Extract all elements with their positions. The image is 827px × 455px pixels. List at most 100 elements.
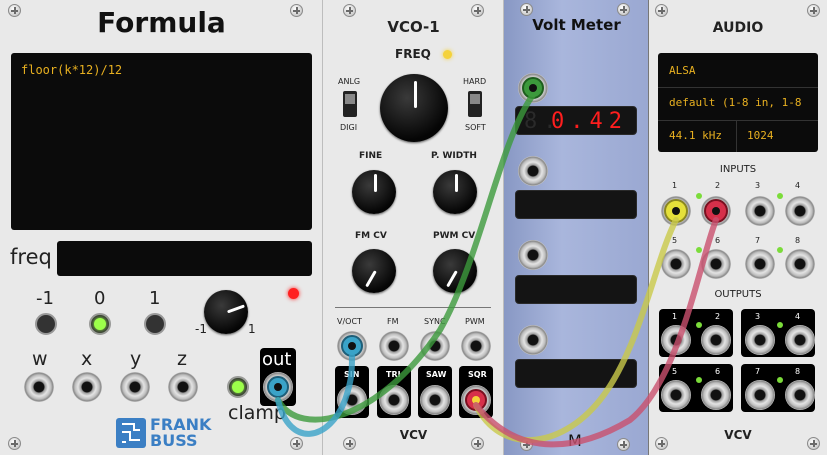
- plug-audio-in1[interactable]: [664, 199, 688, 223]
- output-jack-saw[interactable]: [420, 385, 450, 415]
- fmcv-label: FM CV: [355, 231, 387, 241]
- output-led-3-4: [777, 322, 783, 328]
- freq-display: [57, 241, 312, 276]
- input-led-1-2: [696, 193, 702, 199]
- audio-output-8[interactable]: [785, 380, 815, 410]
- inputs-label: INPUTS: [719, 164, 757, 175]
- output-led-7-8: [777, 377, 783, 383]
- plug-vco-sqr[interactable]: [465, 389, 487, 411]
- output-jack-sin[interactable]: [337, 385, 367, 415]
- input-jack-x[interactable]: [72, 372, 102, 402]
- var-label-z: z: [177, 348, 187, 370]
- formula-editor[interactable]: floor(k*12)/12: [11, 53, 312, 230]
- screw-icon: [807, 4, 820, 17]
- const-label-1: 1: [149, 288, 161, 309]
- output-led-1-2: [696, 322, 702, 328]
- vcv-logo: VCV: [399, 428, 428, 442]
- input-jack-sync[interactable]: [420, 331, 450, 361]
- freq-knob[interactable]: [380, 74, 448, 142]
- output-label-saw: SAW: [426, 370, 447, 379]
- audio-input-6[interactable]: [701, 249, 731, 279]
- meter-input-4[interactable]: [518, 325, 548, 355]
- pwmcv-label: PWM CV: [433, 231, 476, 241]
- frank-buss-logo: FRANK BUSS: [116, 415, 216, 450]
- module-title: VCO-1: [387, 18, 440, 36]
- const-label-neg1: -1: [36, 288, 54, 309]
- output-label-sqr: SQR: [468, 370, 487, 379]
- const-label-0: 0: [94, 288, 106, 309]
- output-num-2: 2: [715, 312, 721, 321]
- audio-input-5[interactable]: [661, 249, 691, 279]
- audio-output-5[interactable]: [661, 380, 691, 410]
- active-led: [94, 318, 106, 330]
- hard-soft-switch[interactable]: [468, 91, 482, 117]
- output-label-tri: TRI: [386, 370, 401, 379]
- audio-input-3[interactable]: [745, 196, 775, 226]
- input-jack-z[interactable]: [168, 372, 198, 402]
- input-jack-y[interactable]: [120, 372, 150, 402]
- output-num-1: 1: [672, 312, 678, 321]
- screw-icon: [471, 4, 484, 17]
- input-jack-fm[interactable]: [379, 331, 409, 361]
- output-num-4: 4: [795, 312, 801, 321]
- plug-voltmeter-in1[interactable]: [522, 77, 544, 99]
- driver-select[interactable]: ALSA: [669, 64, 696, 77]
- sample-rate-select[interactable]: 44.1 kHz: [669, 129, 722, 142]
- module-title: Volt Meter: [532, 16, 621, 34]
- screw-icon: [520, 3, 533, 16]
- knob-min-label: -1: [195, 322, 207, 336]
- fmcv-knob[interactable]: [352, 249, 396, 293]
- output-num-3: 3: [755, 312, 761, 321]
- audio-input-7[interactable]: [745, 249, 775, 279]
- const-button-neg1[interactable]: [35, 313, 57, 335]
- input-num-5: 5: [672, 236, 678, 245]
- output-jack-tri[interactable]: [379, 385, 409, 415]
- plug-audio-in2[interactable]: [704, 199, 728, 223]
- brand-mark: M: [568, 431, 582, 450]
- output-num-6: 6: [715, 367, 721, 376]
- voltage-reading: 0.42: [551, 109, 628, 134]
- meter-display-1: 8. 0.42: [515, 106, 637, 135]
- pwidth-knob[interactable]: [433, 170, 477, 214]
- audio-output-6[interactable]: [701, 380, 731, 410]
- audio-output-4[interactable]: [785, 325, 815, 355]
- divider: [335, 307, 491, 308]
- audio-output-3[interactable]: [745, 325, 775, 355]
- device-select[interactable]: default (1-8 in, 1-8: [669, 96, 817, 109]
- audio-output-2[interactable]: [701, 325, 731, 355]
- output-num-8: 8: [795, 367, 801, 376]
- meter-display-3: [515, 275, 637, 304]
- audio-output-1[interactable]: [661, 325, 691, 355]
- formula-expression: floor(k*12)/12: [21, 63, 123, 77]
- param-knob[interactable]: [204, 290, 248, 334]
- voltmeter-module: Volt Meter 8. 0.42 M: [504, 0, 649, 455]
- input-label-sync: SYNC: [424, 317, 446, 326]
- plug-vco-voct[interactable]: [341, 335, 363, 357]
- screw-icon: [617, 438, 630, 451]
- analog-digital-switch[interactable]: [343, 91, 357, 117]
- vcv-logo: VCV: [724, 428, 752, 442]
- input-jack-w[interactable]: [24, 372, 54, 402]
- fine-knob[interactable]: [352, 170, 396, 214]
- plug-formula-out[interactable]: [267, 376, 289, 398]
- audio-module: AUDIO ALSA default (1-8 in, 1-8 44.1 kHz…: [649, 0, 827, 455]
- module-title: AUDIO: [712, 20, 764, 36]
- input-jack-pwm[interactable]: [461, 331, 491, 361]
- output-num-7: 7: [755, 367, 761, 376]
- audio-output-7[interactable]: [745, 380, 775, 410]
- audio-input-8[interactable]: [785, 249, 815, 279]
- const-button-1[interactable]: [144, 313, 166, 335]
- meter-input-3[interactable]: [518, 240, 548, 270]
- const-button-0[interactable]: [89, 313, 111, 335]
- brand-bottom: BUSS: [150, 431, 198, 450]
- clamp-button[interactable]: [227, 376, 249, 398]
- audio-input-4[interactable]: [785, 196, 815, 226]
- pwmcv-knob[interactable]: [433, 249, 477, 293]
- output-led-5-6: [696, 377, 702, 383]
- output-num-5: 5: [672, 367, 678, 376]
- module-title: Formula: [97, 6, 226, 39]
- meter-input-2[interactable]: [518, 156, 548, 186]
- screw-icon: [290, 437, 303, 450]
- block-size-select[interactable]: 1024: [747, 129, 774, 142]
- screw-icon: [343, 4, 356, 17]
